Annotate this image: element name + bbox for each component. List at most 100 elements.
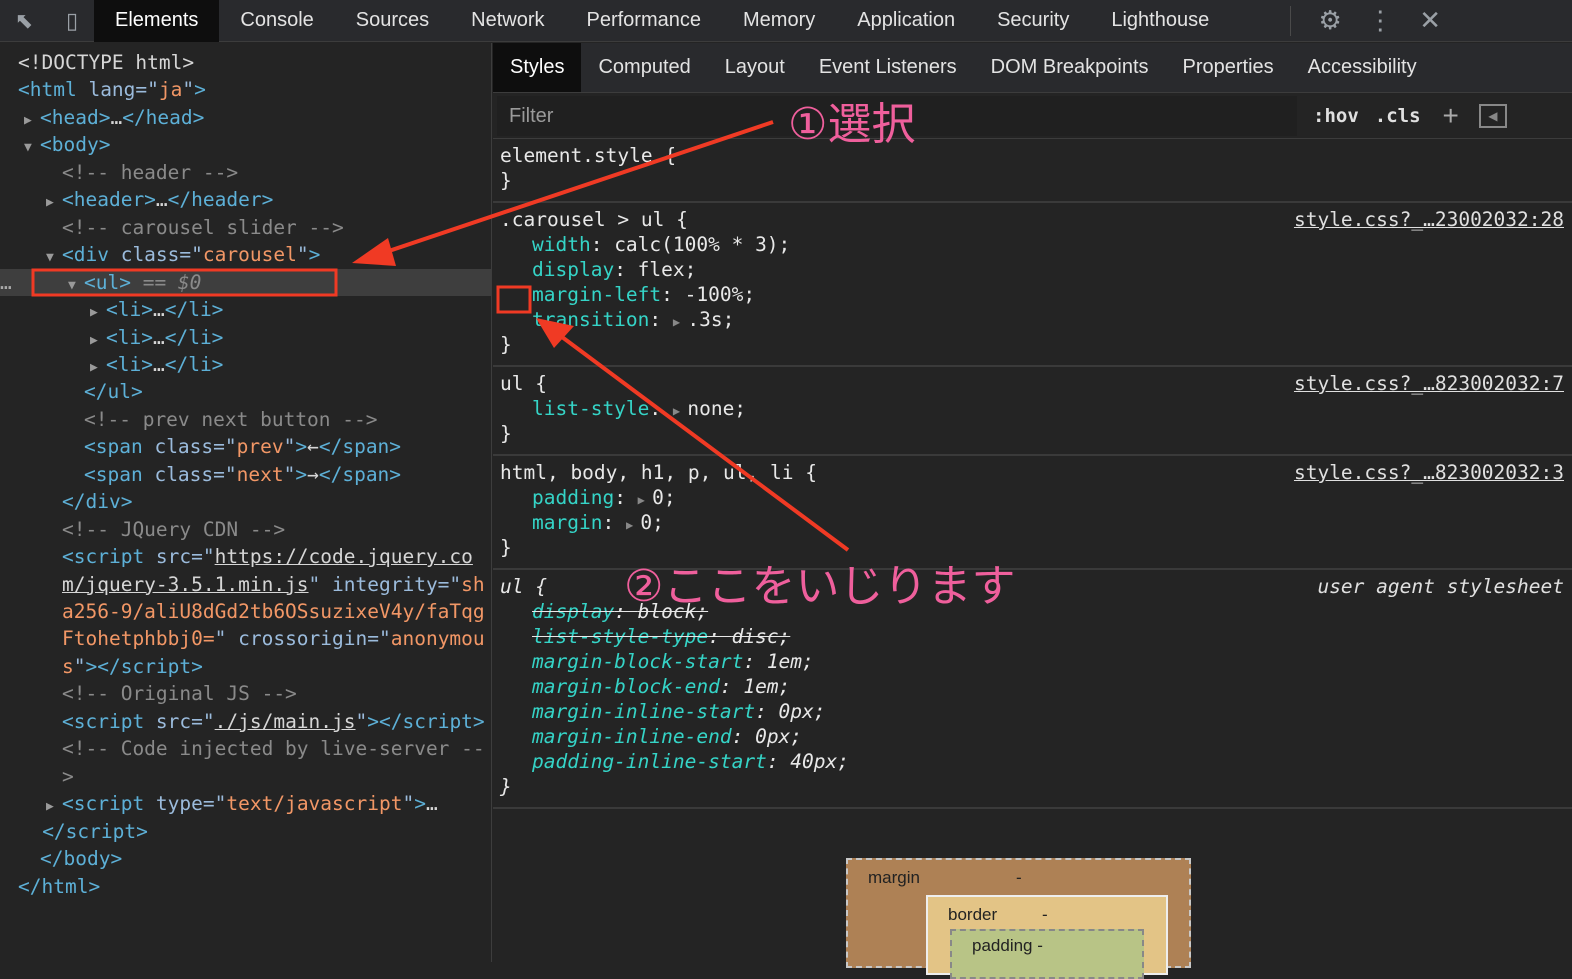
- dom-node-line[interactable]: ▶ <script type="text/javascript">…: [0, 790, 491, 820]
- subtab-dom-breakpoints[interactable]: DOM Breakpoints: [974, 43, 1166, 92]
- property-value[interactable]: 1em;: [743, 675, 790, 698]
- subtab-computed[interactable]: Computed: [581, 43, 707, 92]
- expand-value-triangle-icon[interactable]: ▶: [626, 518, 640, 532]
- property-value[interactable]: 0;: [640, 511, 663, 534]
- subtab-properties[interactable]: Properties: [1166, 43, 1291, 92]
- property-name[interactable]: margin-left: [532, 283, 661, 306]
- property-name[interactable]: margin-inline-start: [532, 700, 755, 723]
- tab-elements[interactable]: Elements: [94, 0, 220, 42]
- property-name[interactable]: list-style-type: [532, 625, 708, 648]
- rule-source-link[interactable]: style.css?_…23002032:28: [1294, 207, 1564, 232]
- style-declaration[interactable]: margin-inline-end: 0px;: [493, 724, 1572, 749]
- resource-link[interactable]: m/jquery-3.5.1.min.js: [62, 573, 309, 596]
- border-value[interactable]: -: [1042, 905, 1048, 925]
- cls-toggle[interactable]: .cls: [1375, 105, 1421, 127]
- subtab-accessibility[interactable]: Accessibility: [1291, 43, 1434, 92]
- tab-lighthouse[interactable]: Lighthouse: [1090, 0, 1230, 42]
- subtab-styles[interactable]: Styles: [493, 43, 582, 92]
- dom-node-line[interactable]: ▶ <li>…</li>: [0, 324, 491, 354]
- style-declaration[interactable]: padding: ▶ 0;: [493, 485, 1572, 510]
- expand-triangle-icon[interactable]: ▶: [90, 354, 106, 381]
- dom-node-line[interactable]: </html>: [0, 873, 491, 900]
- tab-console[interactable]: Console: [219, 0, 334, 42]
- dom-node-line[interactable]: ▶ <header>…</header>: [0, 186, 491, 216]
- subtab-layout[interactable]: Layout: [708, 43, 802, 92]
- collapse-triangle-icon[interactable]: ▼: [68, 272, 84, 299]
- property-name[interactable]: width: [532, 233, 591, 256]
- dom-node-line[interactable]: m/jquery-3.5.1.min.js" integrity="sh: [0, 571, 491, 598]
- dom-node-line[interactable]: <span class="prev">←</span>: [0, 433, 491, 460]
- property-value[interactable]: .3s;: [687, 308, 734, 331]
- property-value[interactable]: 0px;: [779, 700, 826, 723]
- property-value[interactable]: 0px;: [755, 725, 802, 748]
- tab-performance[interactable]: Performance: [566, 0, 723, 42]
- style-declaration[interactable]: padding-inline-start: 40px;: [493, 749, 1572, 774]
- expand-value-triangle-icon[interactable]: ▶: [673, 404, 687, 418]
- dom-node-line[interactable]: <!-- carousel slider -->: [0, 214, 491, 241]
- collapse-triangle-icon[interactable]: ▼: [24, 134, 40, 161]
- dom-node-line[interactable]: ▶ <li>…</li>: [0, 351, 491, 381]
- property-name[interactable]: transition: [532, 308, 649, 331]
- dom-node-line[interactable]: </script>: [0, 818, 491, 845]
- property-name[interactable]: padding-inline-start: [532, 750, 767, 773]
- tab-sources[interactable]: Sources: [335, 0, 450, 42]
- dom-node-line[interactable]: </body>: [0, 845, 491, 872]
- tab-memory[interactable]: Memory: [722, 0, 836, 42]
- property-name[interactable]: padding: [532, 486, 614, 509]
- dom-node-line[interactable]: <!-- Original JS -->: [0, 680, 491, 707]
- more-options-icon[interactable]: ⋮: [1355, 5, 1405, 36]
- style-declaration[interactable]: margin-block-end: 1em;: [493, 674, 1572, 699]
- dom-node-line[interactable]: <!-- JQuery CDN -->: [0, 516, 491, 543]
- property-name[interactable]: display: [532, 600, 614, 623]
- expand-value-triangle-icon[interactable]: ▶: [638, 493, 652, 507]
- toggle-sidebar-icon[interactable]: ◀: [1478, 103, 1507, 128]
- inspect-element-icon[interactable]: ⬉: [0, 0, 48, 42]
- dom-node-line[interactable]: <span class="next">→</span>: [0, 461, 491, 488]
- style-declaration[interactable]: margin-inline-start: 0px;: [493, 699, 1572, 724]
- expand-triangle-icon[interactable]: ▶: [24, 107, 40, 134]
- resource-link[interactable]: ./js/main.js: [215, 710, 356, 733]
- tab-network[interactable]: Network: [450, 0, 565, 42]
- dom-node-line[interactable]: </div>: [0, 488, 491, 515]
- style-declaration[interactable]: width: calc(100% * 3);: [493, 232, 1572, 257]
- property-name[interactable]: display: [532, 258, 614, 281]
- hov-toggle[interactable]: :hov: [1313, 105, 1359, 127]
- dom-node-line[interactable]: <html lang="ja">: [0, 76, 491, 103]
- rule-selector[interactable]: element.style {: [493, 143, 1572, 168]
- property-value[interactable]: 40px;: [790, 750, 849, 773]
- property-name[interactable]: margin-block-end: [532, 675, 720, 698]
- dom-node-line[interactable]: <!DOCTYPE html>: [0, 49, 491, 76]
- property-value[interactable]: flex;: [638, 258, 697, 281]
- tab-application[interactable]: Application: [836, 0, 976, 42]
- dom-node-line[interactable]: ▶ <head>…</head>: [0, 104, 491, 134]
- rule-source-link[interactable]: style.css?_…823002032:7: [1294, 371, 1564, 396]
- dom-node-line[interactable]: … ▼ <ul> == $0: [0, 268, 491, 299]
- style-declaration[interactable]: transition: ▶ .3s;: [493, 307, 1572, 332]
- dom-node-line[interactable]: </ul>: [0, 378, 491, 405]
- dom-node-line[interactable]: <!-- prev next button -->: [0, 406, 491, 433]
- tab-security[interactable]: Security: [976, 0, 1090, 42]
- settings-gear-icon[interactable]: ⚙: [1305, 5, 1355, 36]
- style-declaration[interactable]: display: flex;: [493, 257, 1572, 282]
- close-icon[interactable]: ✕: [1405, 5, 1455, 36]
- style-declaration[interactable]: margin-block-start: 1em;: [493, 649, 1572, 674]
- property-value[interactable]: -100%;: [685, 283, 755, 306]
- subtab-event-listeners[interactable]: Event Listeners: [802, 43, 974, 92]
- dom-node-line[interactable]: <!-- header -->: [0, 159, 491, 186]
- dom-node-line[interactable]: Ftohetphbbj0=" crossorigin="anonymou: [0, 625, 491, 652]
- rule-source-link[interactable]: style.css?_…823002032:3: [1294, 460, 1564, 485]
- expand-value-triangle-icon[interactable]: ▶: [673, 315, 687, 329]
- property-name[interactable]: margin: [532, 511, 602, 534]
- expand-triangle-icon[interactable]: ▶: [90, 327, 106, 354]
- property-value[interactable]: 1em;: [767, 650, 814, 673]
- property-name[interactable]: margin-inline-end: [532, 725, 732, 748]
- property-name[interactable]: margin-block-start: [532, 650, 743, 673]
- dom-node-line[interactable]: <script src="./js/main.js"></script>: [0, 708, 491, 735]
- new-style-rule-icon[interactable]: +: [1443, 100, 1459, 132]
- property-value[interactable]: 0;: [652, 486, 675, 509]
- dom-node-line[interactable]: <!-- Code injected by live-server --: [0, 735, 491, 762]
- expand-triangle-icon[interactable]: ▶: [46, 189, 62, 216]
- expand-triangle-icon[interactable]: ▶: [46, 793, 62, 820]
- property-value[interactable]: disc;: [732, 625, 791, 648]
- dom-node-line[interactable]: s"></script>: [0, 653, 491, 680]
